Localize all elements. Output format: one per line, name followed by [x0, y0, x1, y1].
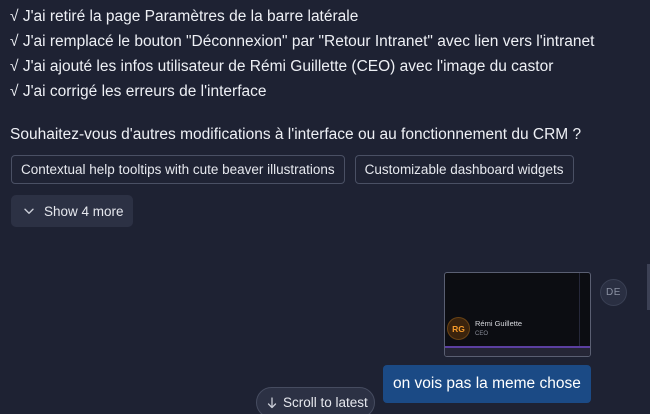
suggestion-chips: Contextual help tooltips with cute beave… [11, 155, 574, 184]
suggestion-chip-tooltips[interactable]: Contextual help tooltips with cute beave… [11, 155, 345, 184]
scroll-to-latest-button[interactable]: Scroll to latest [256, 387, 375, 414]
change-item: √ J'ai remplacé le bouton "Déconnexion" … [10, 33, 595, 50]
thumbnail-divider [579, 273, 580, 347]
ceo-name: Rémi Guillette [475, 319, 523, 328]
scroll-to-latest-label: Scroll to latest [283, 395, 368, 410]
show-more-label: Show 4 more [44, 203, 124, 219]
thumbnail-bottom-bar [445, 346, 590, 356]
assistant-changes-list: √ J'ai retiré la page Paramètres de la b… [10, 4, 640, 104]
arrow-down-icon [266, 396, 278, 410]
suggestion-chip-widgets[interactable]: Customizable dashboard widgets [354, 155, 574, 184]
assistant-question: Souhaitez-vous d'autres modifications à … [10, 126, 582, 143]
ceo-role: CEO [475, 331, 489, 337]
chevron-down-icon [23, 205, 35, 217]
ceo-avatar: RG [447, 317, 470, 340]
user-message-bubble: on vois pas la meme chose [383, 365, 591, 403]
change-item: √ J'ai corrigé les erreurs de l'interfac… [10, 83, 267, 100]
image-attachment-thumbnail[interactable]: RG Rémi Guillette CEO [444, 272, 591, 357]
chat-view: √ J'ai retiré la page Paramètres de la b… [0, 0, 650, 414]
show-more-button[interactable]: Show 4 more [11, 195, 133, 227]
user-message-text: on vois pas la meme chose [393, 375, 581, 392]
change-item: √ J'ai ajouté les infos utilisateur de R… [10, 58, 554, 75]
user-avatar-initials: DE [606, 287, 621, 298]
ceo-avatar-initials: RG [452, 323, 465, 334]
user-avatar: DE [600, 279, 627, 306]
change-item: √ J'ai retiré la page Paramètres de la b… [10, 8, 359, 25]
